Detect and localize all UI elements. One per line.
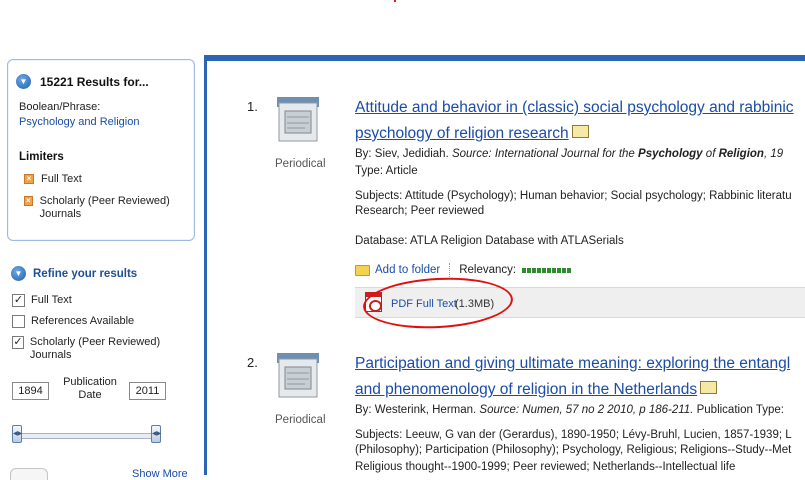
date-slider-track[interactable] — [16, 433, 156, 439]
update-button[interactable] — [10, 468, 48, 480]
refine-results-header[interactable]: ▼ Refine your results — [11, 266, 137, 281]
source-tail: , 19 — [763, 148, 784, 160]
result-subjects-line1: Subjects: Leeuw, G van der (Gerardus), 1… — [355, 429, 792, 441]
title-line2-text[interactable]: and phenomenology of religion in the Net… — [355, 381, 697, 398]
relevancy-bar — [522, 267, 572, 273]
publication-date-label: Publication Date — [63, 376, 117, 401]
result-database: Database: ATLA Religion Database with AT… — [355, 235, 624, 247]
checkbox-unchecked[interactable] — [12, 315, 25, 328]
limiter-scholarly: × Scholarly (Peer Reviewed) Journals — [24, 195, 184, 221]
date-slider-right-handle[interactable]: ◀▶ — [151, 425, 161, 443]
left-sidebar: ▼ 15221 Results for... Boolean/Phrase: P… — [0, 55, 202, 480]
refine-results-title: Refine your results — [33, 267, 138, 280]
limiter-full-text: × Full Text — [24, 173, 82, 186]
show-more-link[interactable]: Show More — [132, 468, 188, 480]
filter-full-text[interactable]: ✓ Full Text — [12, 294, 72, 307]
limiters-heading: Limiters — [19, 151, 64, 163]
collapse-chevron-icon[interactable]: ▼ — [11, 266, 26, 281]
publication-date-range: 1894 Publication Date 2011 — [11, 376, 171, 408]
result-subjects-line2: (Philosophy); Participation (Philosophy)… — [355, 444, 792, 456]
publication-type-label: Periodical — [275, 158, 326, 170]
title-line2-text[interactable]: psychology of religion research — [355, 125, 569, 142]
source-label: Source: — [479, 404, 520, 416]
result-subjects-line2: Research; Peer reviewed — [355, 205, 485, 217]
results-top-border — [204, 55, 805, 61]
limiter-label: Scholarly (Peer Reviewed) Journals — [39, 195, 170, 220]
source-highlight: Psychology — [638, 148, 703, 160]
author-text: By: Siev, Jedidiah. — [355, 148, 449, 160]
limiter-label: Full Text — [41, 173, 82, 185]
preview-magnifier-icon[interactable] — [571, 125, 589, 139]
periodical-icon[interactable] — [277, 97, 321, 143]
filter-label: Scholarly (Peer Reviewed) Journals — [29, 336, 161, 361]
result-actions: Add to folder Relevancy: — [355, 263, 572, 277]
checkbox-checked[interactable]: ✓ — [12, 336, 24, 349]
publication-type-label: Periodical — [275, 414, 326, 426]
date-from-input[interactable]: 1894 — [12, 382, 49, 400]
periodical-icon[interactable] — [277, 353, 321, 399]
preview-magnifier-icon[interactable] — [700, 381, 718, 395]
action-divider — [449, 263, 451, 277]
result-title-link[interactable]: Attitude and behavior in (classic) socia… — [355, 95, 805, 121]
source-of: of — [705, 148, 716, 160]
result-title-link-line2[interactable]: psychology of religion research — [355, 121, 589, 147]
date-slider-left-handle[interactable]: ◀▶ — [12, 425, 22, 443]
result-title-link[interactable]: Participation and giving ultimate meanin… — [355, 351, 805, 377]
result-subjects-line3: Religious thought--1900-1999; Peer revie… — [355, 461, 736, 473]
boolean-phrase-label: Boolean/Phrase: — [19, 101, 101, 113]
remove-limiter-icon[interactable]: × — [24, 174, 34, 184]
result-byline: By: Siev, Jedidiah. Source: Internationa… — [355, 147, 783, 161]
publication-type-text: Publication Type: — [696, 404, 784, 416]
results-left-border — [204, 55, 207, 475]
filter-scholarly[interactable]: ✓ Scholarly (Peer Reviewed) Journals — [12, 336, 187, 362]
folder-icon[interactable] — [355, 264, 370, 276]
date-to-input[interactable]: 2011 — [129, 382, 166, 400]
stray-red-mark — [394, 0, 396, 2]
filter-references-available[interactable]: References Available — [12, 315, 134, 328]
source-text: International Journal for the — [494, 148, 635, 160]
result-number: 2. — [247, 355, 258, 370]
checkbox-checked[interactable]: ✓ — [12, 294, 25, 307]
result-subjects-line1: Subjects: Attitude (Psychology); Human b… — [355, 190, 792, 202]
filter-label: Full Text — [31, 294, 72, 306]
relevancy-label: Relevancy: — [459, 264, 517, 276]
search-query-link[interactable]: Psychology and Religion — [19, 116, 139, 128]
add-to-folder-link[interactable]: Add to folder — [375, 264, 440, 276]
result-title-link-line2[interactable]: and phenomenology of religion in the Net… — [355, 377, 718, 403]
red-annotation-circle — [361, 274, 515, 332]
results-count-title: 15221 Results for... — [40, 74, 149, 89]
source-highlight: Religion — [718, 148, 764, 160]
filter-label: References Available — [31, 315, 135, 327]
remove-limiter-icon[interactable]: × — [24, 196, 33, 206]
result-type: Type: Article — [355, 165, 418, 177]
results-header[interactable]: ▼ 15221 Results for... — [16, 74, 149, 89]
source-label: Source: — [451, 148, 492, 160]
author-text: By: Westerink, Herman. — [355, 404, 477, 416]
collapse-chevron-icon[interactable]: ▼ — [16, 74, 31, 89]
results-for-panel: ▼ 15221 Results for... Boolean/Phrase: P… — [7, 59, 195, 241]
result-number: 1. — [247, 99, 258, 114]
source-text: Numen, 57 no 2 2010, p 186-211. — [522, 404, 694, 416]
result-byline: By: Westerink, Herman. Source: Numen, 57… — [355, 403, 784, 417]
